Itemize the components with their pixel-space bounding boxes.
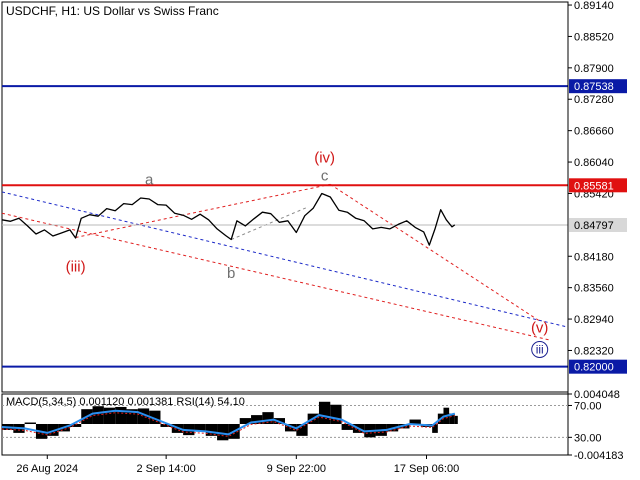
macd-bar-29: [330, 404, 342, 424]
wave-label-1: a: [145, 171, 154, 188]
wave-label-2: b: [227, 265, 235, 282]
macd-bar-42: [454, 415, 458, 424]
main-frame: [1, 1, 569, 393]
level-box-label-3: 0.82000: [574, 362, 614, 374]
trend-line-0: [1, 212, 552, 341]
level-box-label-0: 0.87538: [574, 81, 614, 93]
y-tick-label-3: 0.87280: [574, 94, 614, 106]
wave-label-5: (v): [531, 320, 549, 337]
macd-bar-2: [24, 422, 36, 424]
trend-line-3: [330, 183, 540, 322]
wave-label-4: c: [321, 167, 329, 184]
wave-label-6: iii: [536, 343, 544, 357]
trend-line-4: [231, 206, 308, 241]
y-tick-label-4: 0.86660: [574, 126, 614, 138]
x-tick-label-2: 9 Sep 22:00: [267, 463, 326, 475]
y-tick-label-1: 0.88520: [574, 31, 614, 43]
y-tick-label-10: 0.82320: [574, 345, 614, 357]
y-tick-label-0: 0.89140: [574, 0, 614, 12]
wave-label-0: (iii): [66, 258, 86, 275]
y-tick-label-9: 0.82940: [574, 314, 614, 326]
chart: (iii) a b (iv)c (v) iii 0.89140 0.88520 0.87900…: [1, 0, 627, 475]
grid-frame: [1, 1, 569, 456]
wave-labels: (iii) a b (iv)c (v) iii: [66, 150, 549, 359]
y-tick-label-8: 0.83560: [574, 283, 614, 295]
ind-tick-label-3: -0.004183: [574, 450, 624, 462]
ind-tick-label-1: 70.00: [574, 400, 602, 412]
x-tick-label-1: 2 Sep 14:00: [136, 463, 195, 475]
y-axis: 0.89140 0.88520 0.87900 0.87280 0.86660 0.860…: [567, 0, 627, 455]
trend-lines: [1, 183, 569, 341]
ind-tick-label-0: 0.004048: [574, 389, 620, 401]
x-axis: 26 Aug 2024 2 Sep 14:00 9 Sep 22:00 17 Sep …: [2, 454, 568, 475]
wave-label-3: (iv): [314, 150, 335, 167]
macd-bar-10: [115, 406, 127, 424]
level-box-label-1: 0.85581: [574, 180, 614, 192]
indicator-title: MACD(5,34,5) 0.001120 0.001381 RSI(14) 5…: [6, 396, 245, 408]
price-line: [1, 192, 456, 246]
price-series: [1, 192, 456, 246]
macd-bar-28: [318, 401, 331, 424]
y-tick-label-7: 0.84180: [574, 251, 614, 263]
chart-title: USDCHF, H1: US Dollar vs Swiss Franc: [6, 4, 219, 18]
x-tick-label-3: 17 Sep 06:00: [394, 463, 459, 475]
y-tick-label-5: 0.86040: [574, 157, 614, 169]
y-tick-label-2: 0.87900: [574, 63, 614, 75]
x-tick-label-0: 26 Aug 2024: [16, 463, 78, 475]
ind-tick-label-2: 30.00: [574, 432, 602, 444]
level-box-label-2: 0.84797: [574, 220, 614, 232]
trend-line-1: [1, 191, 569, 328]
